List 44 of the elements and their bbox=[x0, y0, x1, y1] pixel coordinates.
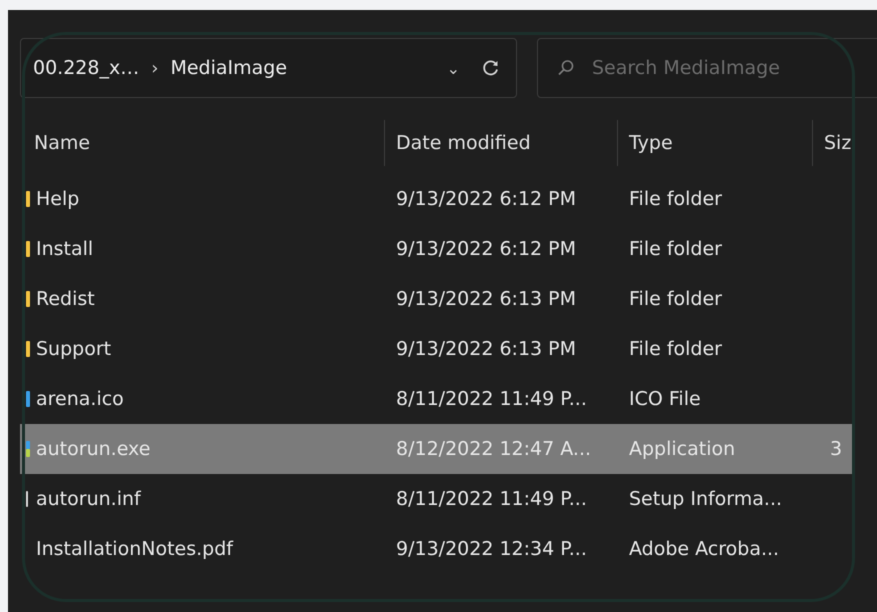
date-modified: 9/13/2022 6:13 PM bbox=[395, 338, 576, 360]
file-name: arena.ico bbox=[36, 388, 124, 410]
file-name: Redist bbox=[36, 288, 95, 310]
date-modified: 9/13/2022 6:12 PM bbox=[395, 238, 576, 260]
file-row[interactable]: Help 9/13/2022 6:12 PM File folder bbox=[20, 174, 853, 224]
file-row[interactable]: autorun.inf 8/11/2022 11:49 P... Setup Informa... bbox=[20, 474, 853, 524]
file-type: Setup Informa... bbox=[628, 488, 782, 510]
file-row[interactable]: arena.ico 8/11/2022 11:49 P... ICO File bbox=[20, 374, 853, 424]
search-icon bbox=[557, 59, 575, 77]
file-type: File folder bbox=[628, 238, 722, 260]
file-row[interactable]: Support 9/13/2022 6:13 PM File folder bbox=[20, 324, 853, 374]
path-segment[interactable]: MediaImage bbox=[170, 57, 288, 79]
file-name: InstallationNotes.pdf bbox=[36, 538, 233, 560]
file-type: ICO File bbox=[628, 388, 701, 410]
address-bar[interactable]: 00.228_x… › MediaImage ⌄ bbox=[20, 38, 517, 98]
file-size: 3 bbox=[829, 438, 842, 460]
dropdown-button[interactable]: ⌄ bbox=[436, 54, 470, 82]
search-field[interactable]: Search MediaImage bbox=[537, 38, 877, 98]
date-modified: 9/13/2022 12:34 P... bbox=[395, 538, 587, 560]
file-row[interactable]: Install 9/13/2022 6:12 PM File folder bbox=[20, 224, 853, 274]
date-modified: 8/11/2022 11:49 P... bbox=[395, 388, 587, 410]
file-name: autorun.inf bbox=[36, 488, 141, 510]
refresh-icon[interactable] bbox=[482, 59, 500, 77]
file-row[interactable]: Redist 9/13/2022 6:13 PM File folder bbox=[20, 274, 853, 324]
column-header[interactable]: Type bbox=[617, 120, 812, 166]
file-type: File folder bbox=[628, 188, 722, 210]
file-name: Support bbox=[36, 338, 112, 360]
column-header[interactable]: Siz bbox=[812, 120, 877, 166]
file-row[interactable]: InstallationNotes.pdf 9/13/2022 12:34 P... Adobe Acroba... bbox=[20, 524, 853, 574]
column-header[interactable]: Name bbox=[20, 120, 384, 166]
date-modified: 9/13/2022 6:12 PM bbox=[395, 188, 576, 210]
file-name: autorun.exe bbox=[36, 438, 150, 460]
breadcrumb-separator: › bbox=[151, 58, 158, 78]
file-name: Install bbox=[36, 238, 94, 260]
column-header[interactable]: Date modified bbox=[384, 120, 617, 166]
file-type: Adobe Acroba... bbox=[628, 538, 780, 560]
path-segment[interactable]: 00.228_x… bbox=[33, 57, 140, 79]
date-modified: 8/12/2022 12:47 A... bbox=[395, 438, 592, 460]
file-type: File folder bbox=[628, 288, 722, 310]
file-type: Application bbox=[628, 438, 736, 460]
date-modified: 8/11/2022 11:49 P... bbox=[395, 488, 587, 510]
file-type: File folder bbox=[628, 338, 722, 360]
file-name: Help bbox=[36, 188, 80, 210]
date-modified: 9/13/2022 6:13 PM bbox=[395, 288, 576, 310]
